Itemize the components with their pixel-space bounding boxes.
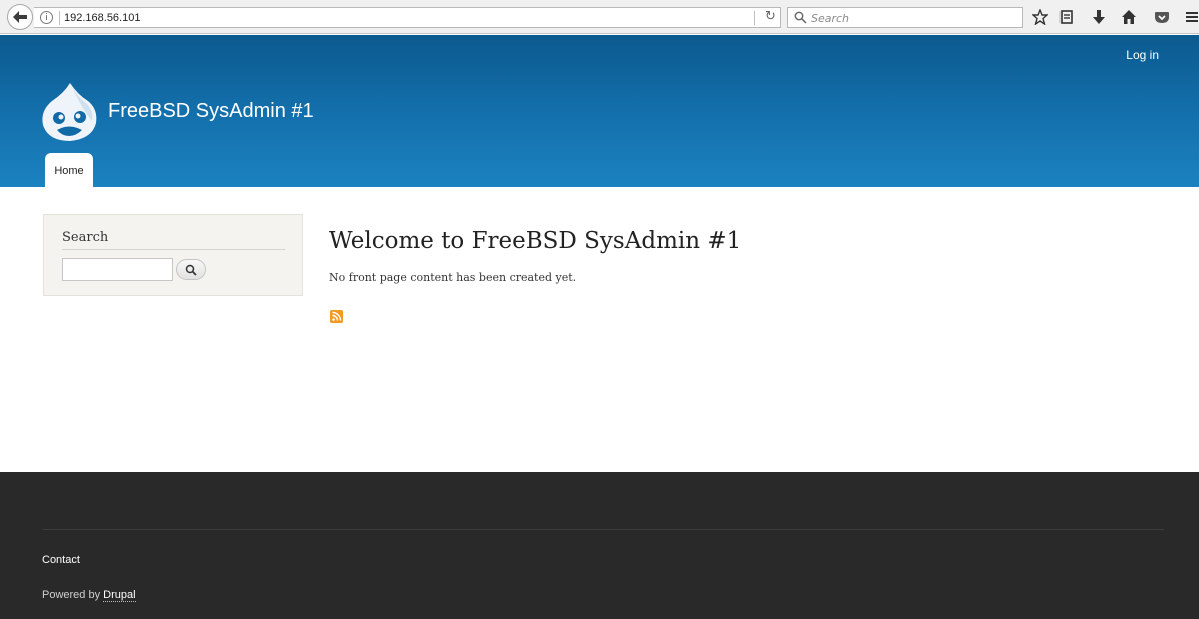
url-separator — [59, 11, 60, 25]
login-link[interactable]: Log in — [1126, 48, 1159, 62]
page-title: Welcome to FreeBSD SysAdmin #1 — [329, 228, 742, 254]
front-page-message: No front page content has been created y… — [329, 271, 577, 284]
search-block-title: Search — [62, 230, 109, 245]
search-icon — [794, 11, 807, 24]
rss-feed-icon[interactable] — [330, 310, 343, 323]
browser-toolbar: i 192.168.56.101 ↻ Search — [0, 0, 1199, 34]
back-arrow-icon — [13, 11, 27, 23]
star-icon[interactable] — [1031, 8, 1049, 26]
back-button[interactable] — [7, 4, 33, 30]
tab-home[interactable]: Home — [45, 153, 93, 187]
reload-icon[interactable]: ↻ — [765, 9, 776, 24]
search-icon — [185, 264, 197, 276]
download-icon[interactable] — [1090, 8, 1108, 26]
info-icon[interactable]: i — [40, 11, 53, 24]
reading-list-icon[interactable] — [1058, 8, 1076, 26]
drupal-link[interactable]: Drupal — [103, 589, 136, 602]
site-name[interactable]: FreeBSD SysAdmin #1 — [108, 100, 314, 123]
pocket-icon[interactable] — [1153, 8, 1171, 26]
powered-by: Powered by Drupal — [42, 589, 136, 602]
browser-search-bar[interactable]: Search — [787, 7, 1023, 28]
search-button[interactable] — [176, 259, 206, 280]
site-header: Log in FreeBSD SysAdmin #1 Home — [0, 35, 1199, 187]
search-block: Search — [43, 214, 303, 296]
powered-by-text: Powered by — [42, 589, 101, 601]
block-divider — [62, 249, 285, 250]
browser-search-placeholder: Search — [811, 12, 850, 25]
menu-icon[interactable] — [1186, 8, 1198, 26]
reload-separator — [754, 11, 755, 25]
url-text[interactable]: 192.168.56.101 — [64, 12, 140, 24]
home-icon[interactable] — [1120, 8, 1138, 26]
url-bar[interactable]: i 192.168.56.101 ↻ — [34, 7, 781, 28]
footer-divider — [43, 529, 1164, 530]
drupal-logo-icon[interactable] — [40, 81, 98, 143]
search-input[interactable] — [62, 258, 173, 281]
site-footer: Contact Powered by Drupal — [0, 472, 1199, 619]
contact-link[interactable]: Contact — [42, 554, 80, 566]
